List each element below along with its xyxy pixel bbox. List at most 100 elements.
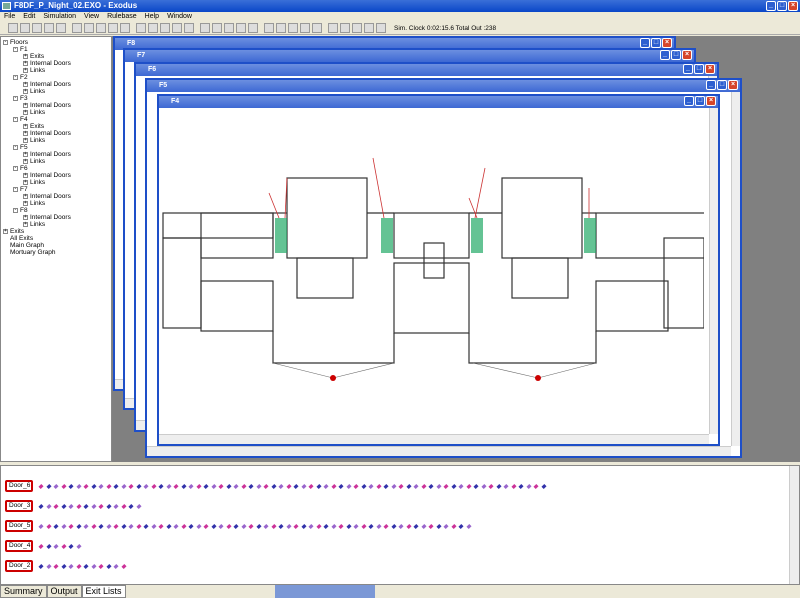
menu-window[interactable]: Window — [167, 12, 192, 22]
expand-icon[interactable]: + — [23, 53, 28, 59]
toolbar-button[interactable] — [120, 23, 130, 33]
toolbar-button[interactable] — [172, 23, 182, 33]
tree-item[interactable]: - F7 — [3, 186, 109, 193]
toolbar-button[interactable] — [352, 23, 362, 33]
tree-item[interactable]: - F4 — [3, 116, 109, 123]
minimize-button[interactable]: _ — [640, 38, 650, 48]
tree-item[interactable]: + Exits — [3, 228, 109, 235]
toolbar-button[interactable] — [32, 23, 42, 33]
collapse-icon[interactable]: - — [13, 74, 18, 80]
menu-file[interactable]: File — [4, 12, 15, 22]
expand-icon[interactable]: + — [23, 67, 28, 73]
tree-item[interactable]: Main Graph — [3, 242, 109, 249]
door-label[interactable]: Door_5 — [5, 520, 33, 532]
tree-item[interactable]: - F1 — [3, 46, 109, 53]
tree-item[interactable]: + Internal Doors — [3, 172, 109, 179]
collapse-icon[interactable]: - — [13, 207, 18, 213]
toolbar-button[interactable] — [328, 23, 338, 33]
expand-icon[interactable]: + — [23, 151, 28, 157]
tree-item[interactable]: Mortuary Graph — [3, 249, 109, 256]
maximize-button[interactable]: □ — [671, 50, 681, 60]
tree-item[interactable]: + Internal Doors — [3, 214, 109, 221]
expand-icon[interactable]: + — [23, 102, 28, 108]
toolbar-button[interactable] — [20, 23, 30, 33]
toolbar-button[interactable] — [312, 23, 322, 33]
expand-icon[interactable]: + — [23, 221, 28, 227]
collapse-icon[interactable]: - — [13, 144, 18, 150]
maximize-button[interactable]: □ — [651, 38, 661, 48]
close-button[interactable]: × — [788, 1, 798, 11]
toolbar-button[interactable] — [236, 23, 246, 33]
minimize-button[interactable]: _ — [766, 1, 776, 11]
toolbar-button[interactable] — [184, 23, 194, 33]
tree-item[interactable]: + Internal Doors — [3, 60, 109, 67]
collapse-icon[interactable]: - — [13, 186, 18, 192]
expand-icon[interactable]: + — [23, 123, 28, 129]
expand-icon[interactable]: + — [23, 200, 28, 206]
toolbar-button[interactable] — [264, 23, 274, 33]
toolbar-button[interactable] — [72, 23, 82, 33]
menu-edit[interactable]: Edit — [23, 12, 35, 22]
expand-icon[interactable]: + — [23, 193, 28, 199]
close-button[interactable]: × — [682, 50, 692, 60]
tree-item[interactable]: + Internal Doors — [3, 151, 109, 158]
collapse-icon[interactable]: - — [13, 165, 18, 171]
maximize-button[interactable]: □ — [695, 96, 705, 106]
expand-icon[interactable]: + — [23, 130, 28, 136]
expand-icon[interactable]: + — [23, 109, 28, 115]
collapse-icon[interactable]: - — [13, 46, 18, 52]
vertical-scrollbar[interactable] — [731, 92, 740, 446]
collapse-icon[interactable]: - — [13, 116, 18, 122]
expand-icon[interactable]: + — [23, 158, 28, 164]
toolbar-button[interactable] — [248, 23, 258, 33]
maximize-button[interactable]: □ — [717, 80, 727, 90]
toolbar-button[interactable] — [376, 23, 386, 33]
tree-item[interactable]: + Links — [3, 179, 109, 186]
tree-item[interactable]: All Exits — [3, 235, 109, 242]
tab-summary[interactable]: Summary — [0, 585, 47, 598]
door-label[interactable]: Door_4 — [5, 540, 33, 552]
toolbar-button[interactable] — [212, 23, 222, 33]
toolbar-button[interactable] — [108, 23, 118, 33]
tree-item[interactable]: + Internal Doors — [3, 130, 109, 137]
toolbar-button[interactable] — [56, 23, 66, 33]
floor-window-f4[interactable]: F4 _ □ × — [157, 94, 720, 446]
door-label[interactable]: Door_3 — [5, 500, 33, 512]
tree-item[interactable]: - F2 — [3, 74, 109, 81]
tree-item[interactable]: + Exits — [3, 53, 109, 60]
expand-icon[interactable]: + — [23, 60, 28, 66]
vertical-scrollbar[interactable] — [789, 466, 799, 584]
toolbar-button[interactable] — [84, 23, 94, 33]
tree-item[interactable]: - F3 — [3, 95, 109, 102]
expand-icon[interactable]: + — [23, 179, 28, 185]
maximize-button[interactable]: □ — [694, 64, 704, 74]
collapse-icon[interactable]: - — [13, 95, 18, 101]
tab-exit-lists[interactable]: Exit Lists — [81, 585, 126, 598]
maximize-button[interactable]: □ — [777, 1, 787, 11]
collapse-icon[interactable]: - — [3, 39, 8, 45]
expand-icon[interactable]: + — [23, 137, 28, 143]
toolbar-button[interactable] — [340, 23, 350, 33]
toolbar-button[interactable] — [136, 23, 146, 33]
minimize-button[interactable]: _ — [684, 96, 694, 106]
tree-item[interactable]: + Links — [3, 88, 109, 95]
menu-rulebase[interactable]: Rulebase — [107, 12, 137, 22]
toolbar-button[interactable] — [224, 23, 234, 33]
vertical-scrollbar[interactable] — [709, 108, 718, 434]
menu-view[interactable]: View — [84, 12, 99, 22]
toolbar-button[interactable] — [8, 23, 18, 33]
tree-item[interactable]: + Internal Doors — [3, 193, 109, 200]
tree-item[interactable]: + Links — [3, 200, 109, 207]
toolbar-button[interactable] — [300, 23, 310, 33]
toolbar-button[interactable] — [160, 23, 170, 33]
toolbar-button[interactable] — [288, 23, 298, 33]
menu-help[interactable]: Help — [145, 12, 159, 22]
tree-item[interactable]: - F5 — [3, 144, 109, 151]
tree-item[interactable]: + Links — [3, 67, 109, 74]
tree-item[interactable]: + Links — [3, 221, 109, 228]
tree-item[interactable]: + Internal Doors — [3, 102, 109, 109]
minimize-button[interactable]: _ — [660, 50, 670, 60]
ime-toolbar[interactable] — [275, 585, 375, 598]
toolbar-button[interactable] — [364, 23, 374, 33]
toolbar-button[interactable] — [200, 23, 210, 33]
